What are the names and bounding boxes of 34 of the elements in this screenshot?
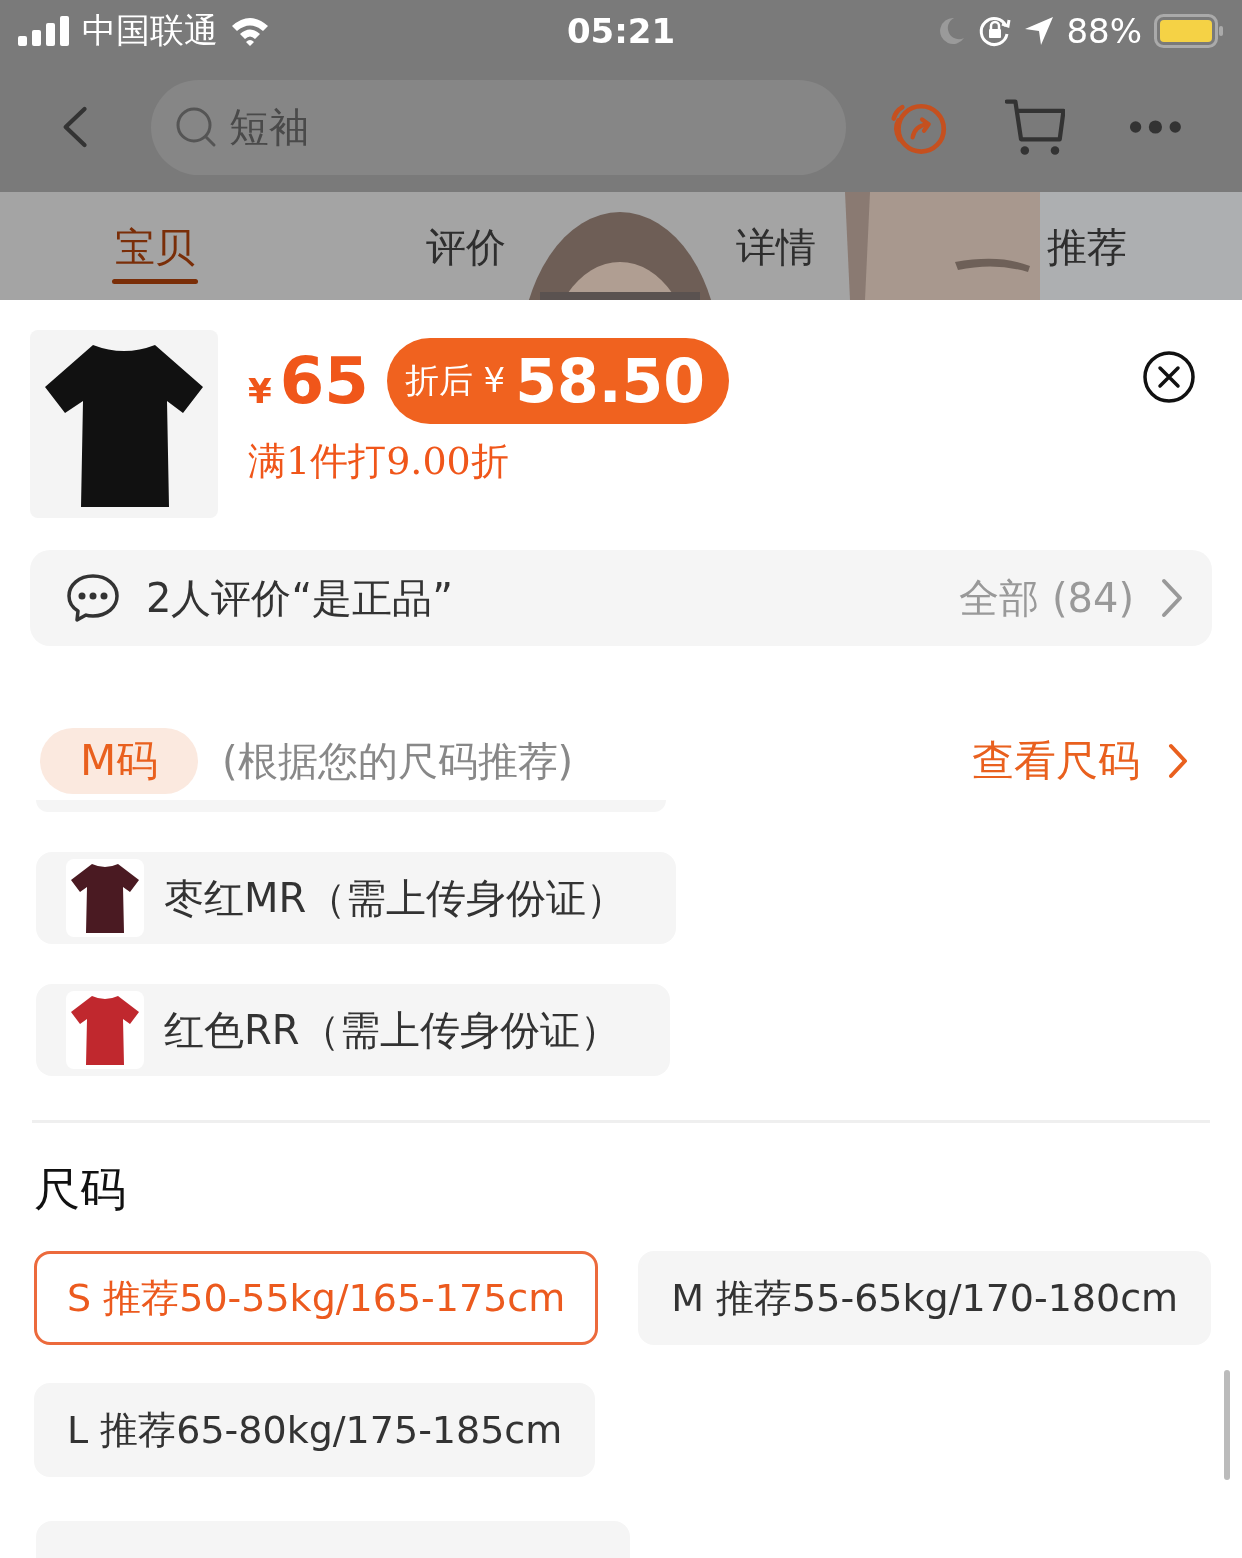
- rotation-lock-icon: [978, 14, 1013, 48]
- signal-icon: [18, 16, 70, 46]
- review-count: 全部 (84): [959, 573, 1134, 623]
- cart-icon[interactable]: [1004, 96, 1066, 158]
- scrollbar[interactable]: [1224, 1370, 1230, 1480]
- more-icon[interactable]: [1129, 119, 1182, 135]
- review-bar[interactable]: 2人评价“是正品” 全部 (84): [30, 550, 1212, 646]
- chat-bubble-icon: [66, 573, 120, 623]
- size-option[interactable]: S 推荐50-55kg/165-175cm: [34, 1251, 599, 1345]
- clock-time: 05:21: [566, 11, 676, 51]
- wifi-icon: [230, 16, 270, 46]
- tab[interactable]: 宝贝: [0, 192, 311, 300]
- battery-icon: [1154, 14, 1224, 48]
- size-badge: M码: [40, 728, 198, 794]
- tab[interactable]: 详情: [621, 192, 932, 300]
- location-arrow-icon: [1024, 16, 1055, 46]
- section-title: 尺码: [33, 1161, 127, 1218]
- color-option[interactable]: 红色RR（需上传身份证）: [36, 984, 670, 1076]
- carrier-name: 中国联通: [82, 9, 218, 52]
- price: ¥65: [248, 344, 369, 418]
- size-chart-link[interactable]: 查看尺码: [972, 733, 1140, 789]
- color-option[interactable]: 枣红MR（需上传身份证）: [36, 852, 677, 944]
- size-option[interactable]: M 推荐55-65kg/170-180cm: [638, 1251, 1212, 1345]
- tab[interactable]: 推荐: [931, 192, 1242, 300]
- battery-percent: 88%: [1066, 11, 1142, 51]
- size-option[interactable]: L 推荐65-80kg/175-185cm: [34, 1383, 596, 1477]
- tab[interactable]: 评价: [310, 192, 621, 300]
- chevron-right-icon: [1168, 743, 1188, 779]
- search-field[interactable]: 短袖: [151, 79, 847, 175]
- review-summary: 2人评价“是正品”: [146, 573, 454, 623]
- close-icon[interactable]: [1142, 350, 1196, 404]
- chevron-right-icon: [1160, 578, 1184, 618]
- size-note: (根据您的尺码推荐): [222, 736, 575, 786]
- promo-text: 满1件打9.00折: [248, 438, 510, 485]
